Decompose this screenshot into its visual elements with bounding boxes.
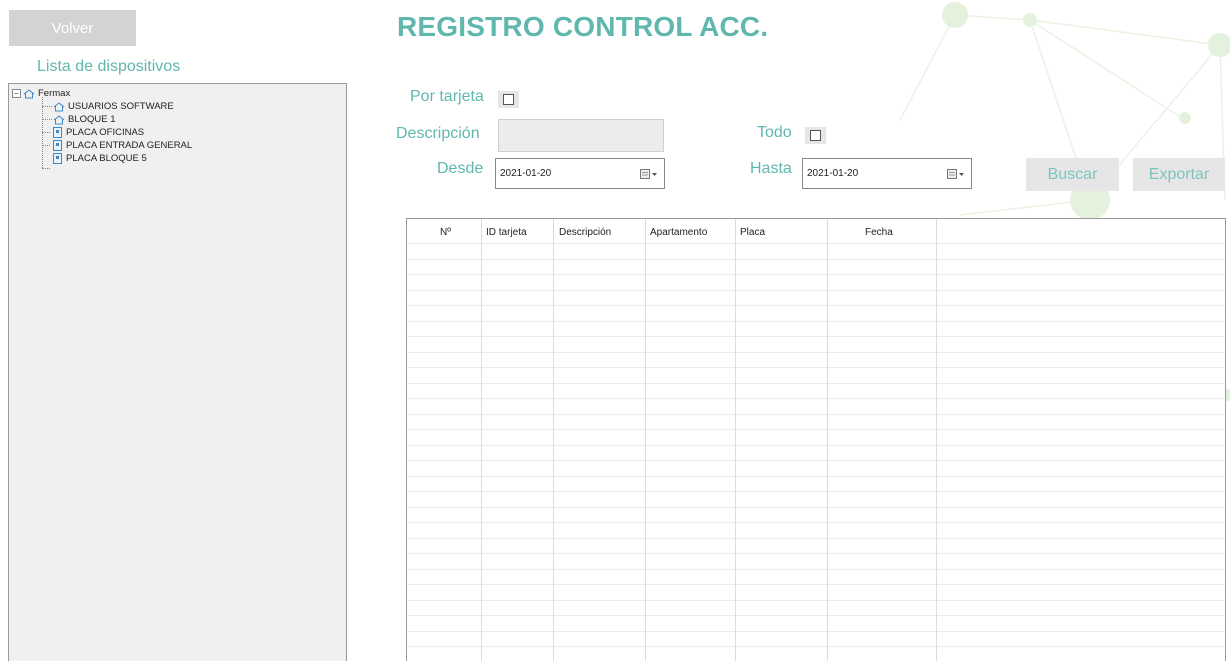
device-list-title: Lista de dispositivos [37,58,181,75]
table-row-line [407,414,1225,415]
table-row-line [407,569,1225,570]
collapse-icon[interactable]: − [12,89,21,98]
results-table[interactable]: Nº ID tarjeta Descripción Apartamento Pl… [406,218,1226,661]
table-row-line [407,522,1225,523]
calendar-icon[interactable] [640,168,658,179]
tree-node-label: USUARIOS SOFTWARE [68,101,174,112]
tree-connector [42,145,50,146]
by-card-checkbox-wrap[interactable] [498,91,519,108]
table-row-line [407,584,1225,585]
door-panel-icon [53,140,62,151]
column-header-apartment[interactable]: Apartamento [650,227,707,238]
column-header-description[interactable]: Descripción [559,227,611,238]
table-row-line [407,631,1225,632]
table-row-line [407,274,1225,275]
device-tree[interactable]: − Fermax USUARIOS SOFTWARE BLOQUE 1 PLAC… [8,83,347,661]
export-button[interactable]: Exportar [1133,158,1225,191]
table-row-line [407,476,1225,477]
from-date-value: 2021-01-20 [500,168,552,179]
table-row-line [407,429,1225,430]
tree-item-placa-entrada-general[interactable]: PLACA ENTRADA GENERAL [53,139,192,152]
tree-item-placa-oficinas[interactable]: PLACA OFICINAS [53,126,144,139]
table-row-line [407,553,1225,554]
table-row-line [407,398,1225,399]
back-button[interactable]: Volver [9,10,136,46]
home-icon [53,114,65,124]
table-row-line [407,290,1225,291]
table-row-line [407,336,1225,337]
table-row-line [407,460,1225,461]
description-label: Descripción [396,125,480,142]
door-panel-icon [53,153,62,164]
table-row-line [407,646,1225,647]
home-icon [53,101,65,111]
tree-node-label: BLOQUE 1 [68,114,116,125]
tree-node-label: PLACA OFICINAS [66,127,145,138]
table-row-line [407,259,1225,260]
table-row-line [407,305,1225,306]
tree-connector [42,132,50,133]
table-row-line [407,352,1225,353]
table-row-line [407,491,1225,492]
tree-item-bloque-1[interactable]: BLOQUE 1 [53,113,116,126]
all-checkbox[interactable] [810,130,821,141]
table-row-line [407,367,1225,368]
search-button[interactable]: Buscar [1026,158,1119,191]
table-row-line [407,538,1225,539]
table-row-line [407,507,1225,508]
column-divider [827,219,828,661]
column-divider [645,219,646,661]
tree-connector [42,168,50,169]
from-label: Desde [437,160,484,177]
to-date-value: 2021-01-20 [807,168,859,179]
to-label: Hasta [750,160,792,177]
tree-item-placa-bloque-5[interactable]: PLACA BLOQUE 5 [53,152,147,165]
column-header-date[interactable]: Fecha [865,227,893,238]
table-row-line [407,615,1225,616]
door-panel-icon [53,127,62,138]
table-row-line [407,445,1225,446]
tree-node-label: PLACA BLOQUE 5 [66,153,147,164]
column-divider [553,219,554,661]
tree-item-usuarios-software[interactable]: USUARIOS SOFTWARE [53,100,174,113]
to-date-picker[interactable]: 2021-01-20 [802,158,972,189]
from-date-picker[interactable]: 2021-01-20 [495,158,665,189]
column-divider [735,219,736,661]
by-card-checkbox[interactable] [503,94,514,105]
column-header-number[interactable]: Nº [440,227,451,238]
table-row-line [407,383,1225,384]
page-title: REGISTRO CONTROL ACC. [397,11,769,42]
table-row-line [407,600,1225,601]
tree-connector [42,106,52,107]
by-card-label: Por tarjeta [410,88,484,105]
tree-node-label: PLACA ENTRADA GENERAL [66,140,193,151]
column-header-panel[interactable]: Placa [740,227,765,238]
table-header: Nº ID tarjeta Descripción Apartamento Pl… [407,219,1225,243]
column-header-card-id[interactable]: ID tarjeta [486,227,527,238]
tree-root-fermax[interactable]: − Fermax [12,87,70,100]
column-divider [936,219,937,661]
description-input[interactable] [498,119,664,152]
calendar-icon[interactable] [947,168,965,179]
table-row-line [407,321,1225,322]
table-row-line [407,243,1225,244]
column-divider [481,219,482,661]
tree-node-label: Fermax [38,88,71,99]
home-icon [23,88,35,98]
all-checkbox-wrap[interactable] [805,127,826,144]
tree-connector [42,119,52,120]
all-label: Todo [757,124,792,141]
